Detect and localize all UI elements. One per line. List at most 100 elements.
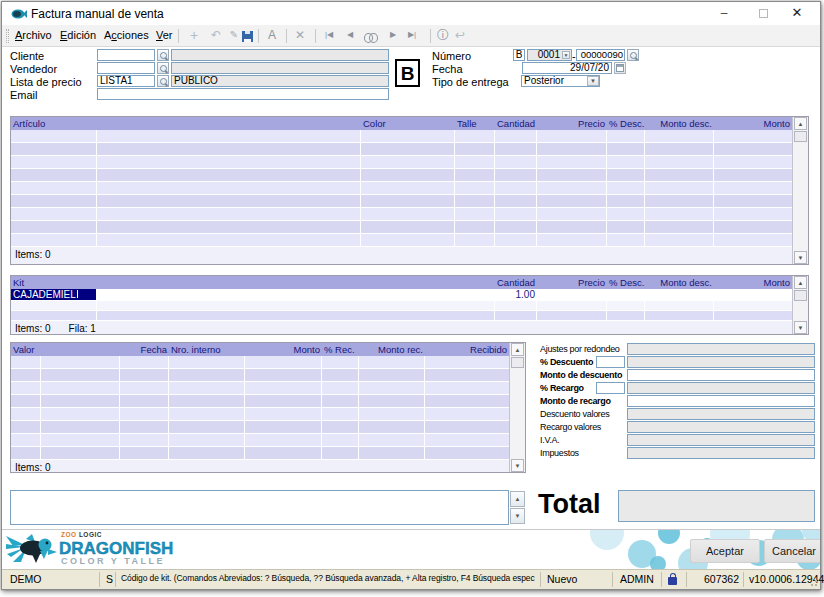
column-header[interactable]: Precio: [537, 276, 607, 289]
valores-table[interactable]: ValorFechaNro. internoMonto% Rec.Monto r…: [10, 342, 526, 473]
column-header[interactable]: Nro. interno: [169, 343, 245, 356]
numero-input[interactable]: 00000090: [576, 49, 625, 61]
table-row[interactable]: [11, 143, 792, 156]
scroll-thumb[interactable]: [511, 357, 524, 368]
table-row[interactable]: [11, 421, 509, 434]
descuento-input[interactable]: [596, 356, 625, 368]
kit-cantidad-cell[interactable]: 1.00: [495, 289, 535, 300]
column-header[interactable]: Talle: [455, 117, 495, 130]
column-header[interactable]: Monto: [245, 343, 322, 356]
info-icon[interactable]: ⓘ: [435, 27, 451, 44]
minimize-button[interactable]: –: [709, 2, 739, 24]
monto-de-recargo-field[interactable]: [627, 395, 815, 407]
table-row[interactable]: [11, 169, 792, 182]
scroll-thumb[interactable]: [794, 131, 807, 142]
font-icon[interactable]: A: [264, 27, 280, 44]
fecha-input[interactable]: 29/07/20: [522, 62, 612, 74]
column-header[interactable]: Monto desc.: [645, 276, 714, 289]
scroll-up-button[interactable]: ▲: [511, 343, 524, 356]
delete-icon[interactable]: ✕: [292, 27, 308, 44]
scroll-up-button[interactable]: ▲: [794, 276, 807, 289]
table-row[interactable]: [11, 221, 792, 234]
close-button[interactable]: ✕: [782, 2, 812, 24]
column-header[interactable]: % Desc.: [607, 276, 645, 289]
numero-serie-dropdown[interactable]: ▼: [562, 51, 570, 59]
add-icon[interactable]: +: [186, 27, 202, 44]
monto-de-descuento-field[interactable]: [627, 369, 815, 381]
table-row[interactable]: [11, 182, 792, 195]
column-header[interactable]: Color: [361, 117, 455, 130]
table-row[interactable]: [11, 301, 792, 311]
back-icon[interactable]: ↩: [452, 27, 468, 44]
tbl-articulos-scrollbar[interactable]: ▲▼: [792, 117, 808, 264]
tipo-entrega-dropdown[interactable]: ▼: [587, 76, 599, 86]
table-row[interactable]: CAJADEMIEL 1.00: [11, 289, 792, 301]
lista-precio-input[interactable]: LISTA1: [97, 75, 155, 87]
next-record-icon[interactable]: ▶: [386, 27, 400, 44]
column-header[interactable]: Recibido: [425, 343, 509, 356]
table-row[interactable]: [11, 434, 509, 447]
cancel-button[interactable]: Cancelar: [764, 539, 820, 563]
table-row[interactable]: [11, 356, 509, 369]
scroll-thumb[interactable]: [794, 290, 807, 301]
menu-ver[interactable]: Ver: [156, 29, 173, 41]
column-header[interactable]: Kit: [11, 276, 495, 289]
table-row[interactable]: [11, 447, 509, 460]
undo-icon[interactable]: ↶: [208, 27, 224, 44]
notes-scroll-up[interactable]: ▲: [510, 491, 525, 507]
fecha-calendar-button[interactable]: [614, 62, 626, 74]
column-header[interactable]: Valor: [11, 343, 120, 356]
vendedor-code-input[interactable]: [97, 62, 155, 74]
last-record-icon[interactable]: ▶|: [404, 27, 420, 44]
prev-record-icon[interactable]: ◀: [343, 27, 357, 44]
menu-archivo[interactable]: Archivo: [15, 29, 52, 41]
column-header[interactable]: % Rec.: [322, 343, 359, 356]
recargo-input[interactable]: [596, 382, 625, 394]
maximize-button[interactable]: [748, 2, 778, 24]
vendedor-lookup-button[interactable]: [157, 62, 169, 74]
kit-selected-cell[interactable]: CAJADEMIEL: [11, 289, 97, 300]
save-icon[interactable]: [240, 27, 254, 44]
column-header[interactable]: Monto rec.: [359, 343, 425, 356]
first-record-icon[interactable]: |◀: [321, 27, 337, 44]
articulos-table[interactable]: ArtículoColorTalleCantidadPrecio% Desc.M…: [10, 116, 809, 265]
scroll-up-button[interactable]: ▲: [794, 117, 807, 130]
lista-precio-lookup-button[interactable]: [157, 75, 169, 87]
table-row[interactable]: [11, 156, 792, 169]
kit-table[interactable]: KitCantidadPrecio% Desc.Monto desc.Monto…: [10, 275, 809, 335]
scroll-down-button[interactable]: ▼: [794, 321, 807, 334]
email-input[interactable]: [97, 88, 389, 100]
column-header[interactable]: Monto desc.: [645, 117, 714, 130]
tbl-valores-scrollbar[interactable]: ▲▼: [509, 343, 525, 472]
table-row[interactable]: [11, 369, 509, 382]
table-row[interactable]: [11, 234, 792, 247]
search-icon[interactable]: [362, 27, 380, 44]
column-header[interactable]: Monto: [714, 276, 792, 289]
table-row[interactable]: [11, 408, 509, 421]
column-header[interactable]: % Desc.: [607, 117, 645, 130]
notes-scroll-down[interactable]: ▼: [510, 508, 525, 524]
cliente-lookup-button[interactable]: [157, 49, 169, 61]
scroll-down-button[interactable]: ▼: [794, 251, 807, 264]
menu-edición[interactable]: Edición: [60, 29, 96, 41]
table-row[interactable]: [11, 311, 792, 321]
column-header[interactable]: Artículo: [11, 117, 361, 130]
menu-acciones[interactable]: Acciones: [104, 29, 149, 41]
numero-lookup-button[interactable]: [627, 49, 639, 61]
column-header[interactable]: Monto: [714, 117, 792, 130]
cliente-code-input[interactable]: [97, 49, 155, 61]
notes-textarea[interactable]: [10, 490, 509, 525]
tbl-kit-scrollbar[interactable]: ▲▼: [792, 276, 808, 334]
column-header[interactable]: Fecha: [120, 343, 169, 356]
table-row[interactable]: [11, 382, 509, 395]
table-row[interactable]: [11, 130, 792, 143]
scroll-down-button[interactable]: ▼: [511, 459, 524, 472]
column-header[interactable]: Cantidad: [495, 276, 537, 289]
accept-button[interactable]: Aceptar: [690, 539, 760, 563]
table-row[interactable]: [11, 208, 792, 221]
table-row[interactable]: [11, 195, 792, 208]
edit-icon[interactable]: ✎: [228, 27, 240, 44]
column-header[interactable]: Precio: [537, 117, 607, 130]
table-row[interactable]: [11, 395, 509, 408]
column-header[interactable]: Cantidad: [495, 117, 537, 130]
